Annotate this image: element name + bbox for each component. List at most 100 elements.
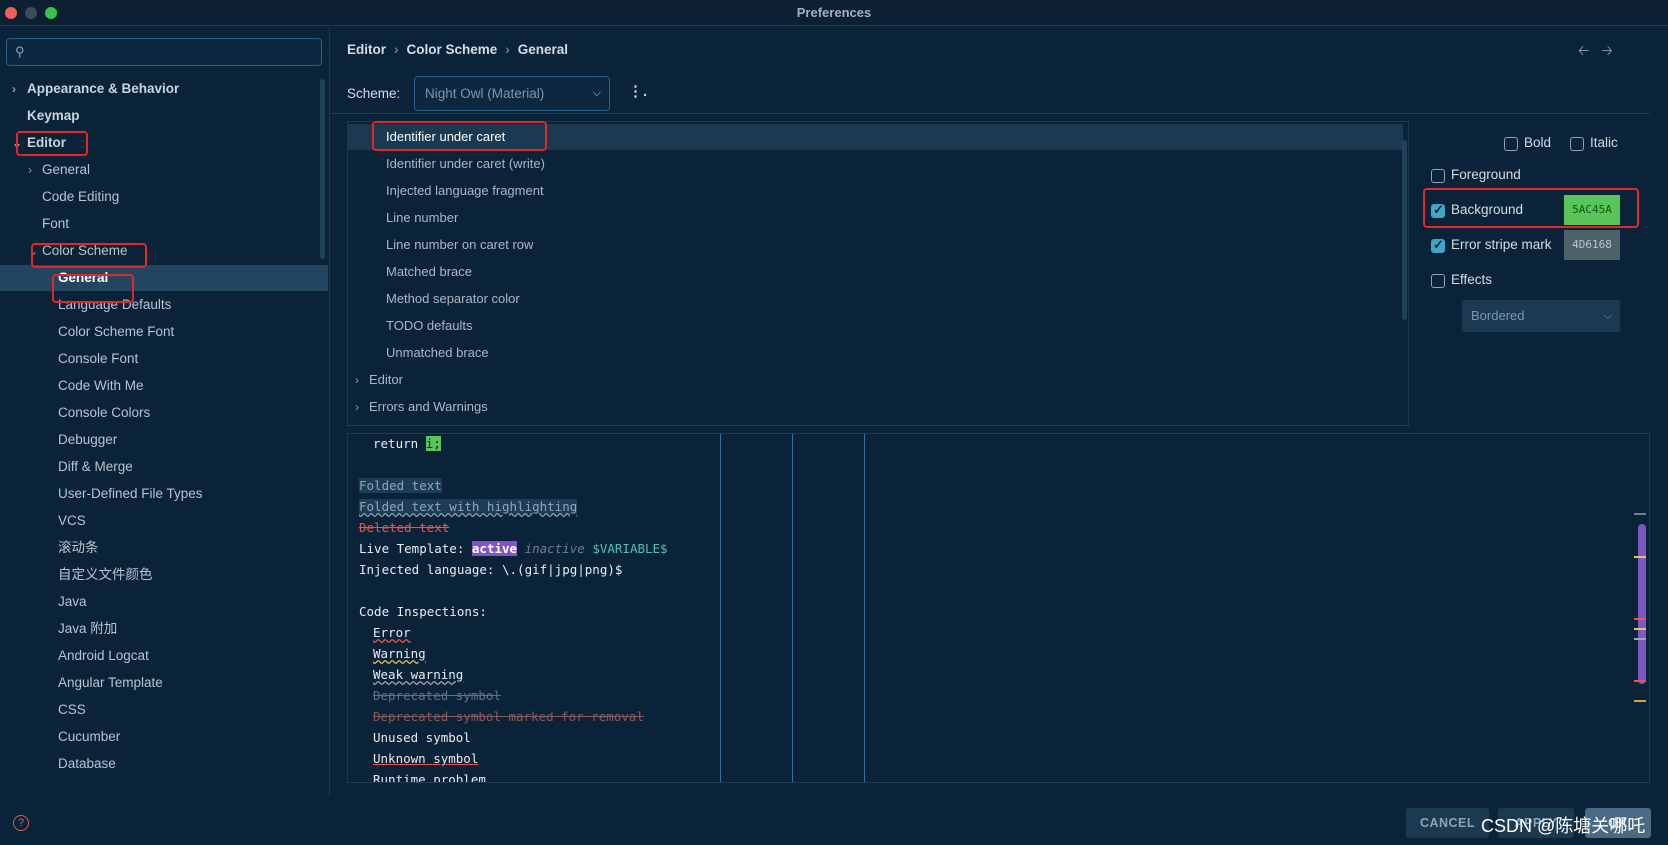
sidebar-item-console-colors[interactable]: Console Colors	[0, 400, 328, 426]
code-token-template-active: active	[471, 541, 518, 556]
list-item[interactable]: Matched brace	[348, 259, 1403, 285]
sidebar-item-label: 滚动条	[58, 540, 99, 555]
annotation-box-editor	[16, 131, 88, 156]
sidebar-item-color-scheme-font[interactable]: Color Scheme Font	[0, 319, 328, 345]
breadcrumb-color-scheme[interactable]: Color Scheme	[407, 42, 498, 57]
code-line: Folded text	[359, 478, 442, 493]
scheme-select[interactable]: Night Owl (Material) ⌵	[414, 76, 610, 111]
sidebar-item-font[interactable]: Font	[0, 211, 328, 237]
color-scheme-preview[interactable]: return i; Folded text Folded text with h…	[347, 433, 1650, 783]
warning-stripe-mark	[1634, 556, 1646, 558]
forward-arrow-icon[interactable]: 🡢	[1601, 42, 1612, 58]
back-arrow-icon[interactable]: 🡠	[1578, 42, 1589, 58]
preview-scrollbar[interactable]	[1638, 524, 1646, 684]
code-token-deprecated: Deprecated symbol	[373, 688, 501, 703]
sidebar-item-code-with-me[interactable]: Code With Me	[0, 373, 328, 399]
code-line: Injected language: \.(gif|jpg|png)$	[359, 562, 622, 577]
code-line: Folded text with highlighting	[359, 499, 578, 514]
list-item[interactable]: Line number on caret row	[348, 232, 1403, 258]
list-item[interactable]: Injected language fragment	[348, 178, 1403, 204]
sidebar-item-debugger[interactable]: Debugger	[0, 427, 328, 453]
sidebar-item-language-defaults[interactable]: Language Defaults	[0, 292, 328, 318]
sidebar-item-keymap[interactable]: Keymap	[0, 103, 328, 129]
list-scrollbar[interactable]	[1402, 140, 1407, 320]
sidebar-item-general[interactable]: › General	[0, 157, 328, 183]
sidebar-item-scrollbar[interactable]: 滚动条	[0, 535, 328, 561]
sidebar-item-label: Appearance & Behavior	[27, 81, 180, 96]
sidebar-item-label: 自定义文件颜色	[58, 567, 153, 582]
effects-checkbox[interactable]	[1431, 274, 1445, 288]
code-token-folded-highlighted: Folded text with highlighting	[359, 499, 578, 514]
sidebar-item-label: Color Scheme Font	[58, 324, 175, 339]
sidebar-item-java[interactable]: Java	[0, 589, 328, 615]
foreground-checkbox[interactable]	[1431, 169, 1445, 183]
cancel-button[interactable]: CANCEL	[1406, 808, 1489, 838]
sidebar-item-console-font[interactable]: Console Font	[0, 346, 328, 372]
list-item[interactable]: Identifier under caret (write)	[348, 151, 1403, 177]
error-stripe-label: Error stripe mark	[1451, 237, 1552, 252]
sidebar-item-label: Debugger	[58, 432, 118, 447]
list-group[interactable]: › Editor	[348, 367, 1403, 393]
sidebar-item-angular-template[interactable]: Angular Template	[0, 670, 328, 696]
code-token: return	[373, 436, 426, 451]
code-token: Code Inspections:	[359, 604, 487, 619]
sidebar-item-label: VCS	[58, 513, 86, 528]
breadcrumb-editor[interactable]: Editor	[347, 42, 386, 57]
list-group[interactable]: › Errors and Warnings	[348, 394, 1403, 420]
code-line: Deprecated symbol marked for removal	[373, 709, 644, 724]
bold-checkbox[interactable]	[1504, 137, 1518, 151]
list-item-label: Line number	[386, 210, 459, 225]
sidebar-item-diff-merge[interactable]: Diff & Merge	[0, 454, 328, 480]
list-item-label: Line number on caret row	[386, 237, 534, 252]
preview-guide-line	[720, 434, 721, 782]
list-item[interactable]: Method separator color	[348, 286, 1403, 312]
annotation-box-background	[1423, 188, 1639, 228]
error-stripe-color-swatch[interactable]: 4D6168	[1564, 230, 1620, 260]
sidebar-item-custom-file-colors[interactable]: 自定义文件颜色	[0, 562, 328, 588]
sidebar-item-cucumber[interactable]: Cucumber	[0, 724, 328, 750]
sidebar-item-label: CSS	[58, 702, 86, 717]
code-line: Code Inspections:	[359, 604, 487, 619]
list-item[interactable]: Line number	[348, 205, 1403, 231]
code-line: Runtime problem	[373, 772, 486, 782]
code-line: Deprecated symbol	[373, 688, 501, 703]
sidebar-item-user-defined-file-types[interactable]: User-Defined File Types	[0, 481, 328, 507]
list-item[interactable]: Unmatched brace	[348, 340, 1403, 366]
effects-type-select[interactable]: Bordered ⌵	[1462, 300, 1620, 332]
code-line: Error	[373, 625, 411, 640]
sidebar-item-code-editing[interactable]: Code Editing	[0, 184, 328, 210]
effects-label: Effects	[1451, 272, 1493, 287]
sidebar-item-java-extra[interactable]: Java 附加	[0, 616, 328, 642]
sidebar-item-android-logcat[interactable]: Android Logcat	[0, 643, 328, 669]
list-item[interactable]: TODO defaults	[348, 313, 1403, 339]
chevron-right-icon: ›	[28, 163, 32, 177]
sidebar-item-label: Database	[58, 756, 116, 771]
code-token-template-inactive: inactive	[524, 541, 585, 556]
code-line: Unknown symbol	[373, 751, 478, 766]
sidebar-item-css[interactable]: CSS	[0, 697, 328, 723]
code-token-warning: Warning	[373, 646, 426, 661]
sidebar-item-database[interactable]: Database	[0, 751, 328, 777]
settings-sidebar: ⚲ › Appearance & Behavior Keymap ⌄ Edito…	[0, 27, 330, 797]
code-line: Warning	[373, 646, 426, 661]
sidebar-item-label: Keymap	[27, 108, 80, 123]
annotation-box-color-scheme	[31, 243, 147, 268]
code-line: Live Template: active inactive $VARIABLE…	[359, 541, 668, 556]
code-line: return i;	[373, 436, 441, 451]
sidebar-item-appearance-behavior[interactable]: › Appearance & Behavior	[0, 76, 328, 102]
code-line: Deleted text	[359, 520, 449, 535]
sidebar-item-color-scheme-general[interactable]: General	[0, 265, 328, 291]
settings-search-input[interactable]: ⚲	[6, 38, 322, 66]
search-icon: ⚲	[15, 44, 25, 59]
error-stripe-checkbox[interactable]	[1431, 237, 1445, 253]
sidebar-item-vcs[interactable]: VCS	[0, 508, 328, 534]
preview-guide-line	[792, 434, 793, 782]
help-icon[interactable]: ?	[13, 815, 29, 831]
divider	[330, 113, 1650, 114]
sidebar-item-label: Java	[58, 594, 87, 609]
code-token-error: Error	[373, 625, 411, 640]
list-group-label: Editor	[369, 372, 403, 387]
scheme-actions-icon[interactable]: ⋮.	[628, 82, 647, 100]
warning-stripe-mark	[1634, 628, 1646, 630]
italic-checkbox[interactable]	[1570, 137, 1584, 151]
